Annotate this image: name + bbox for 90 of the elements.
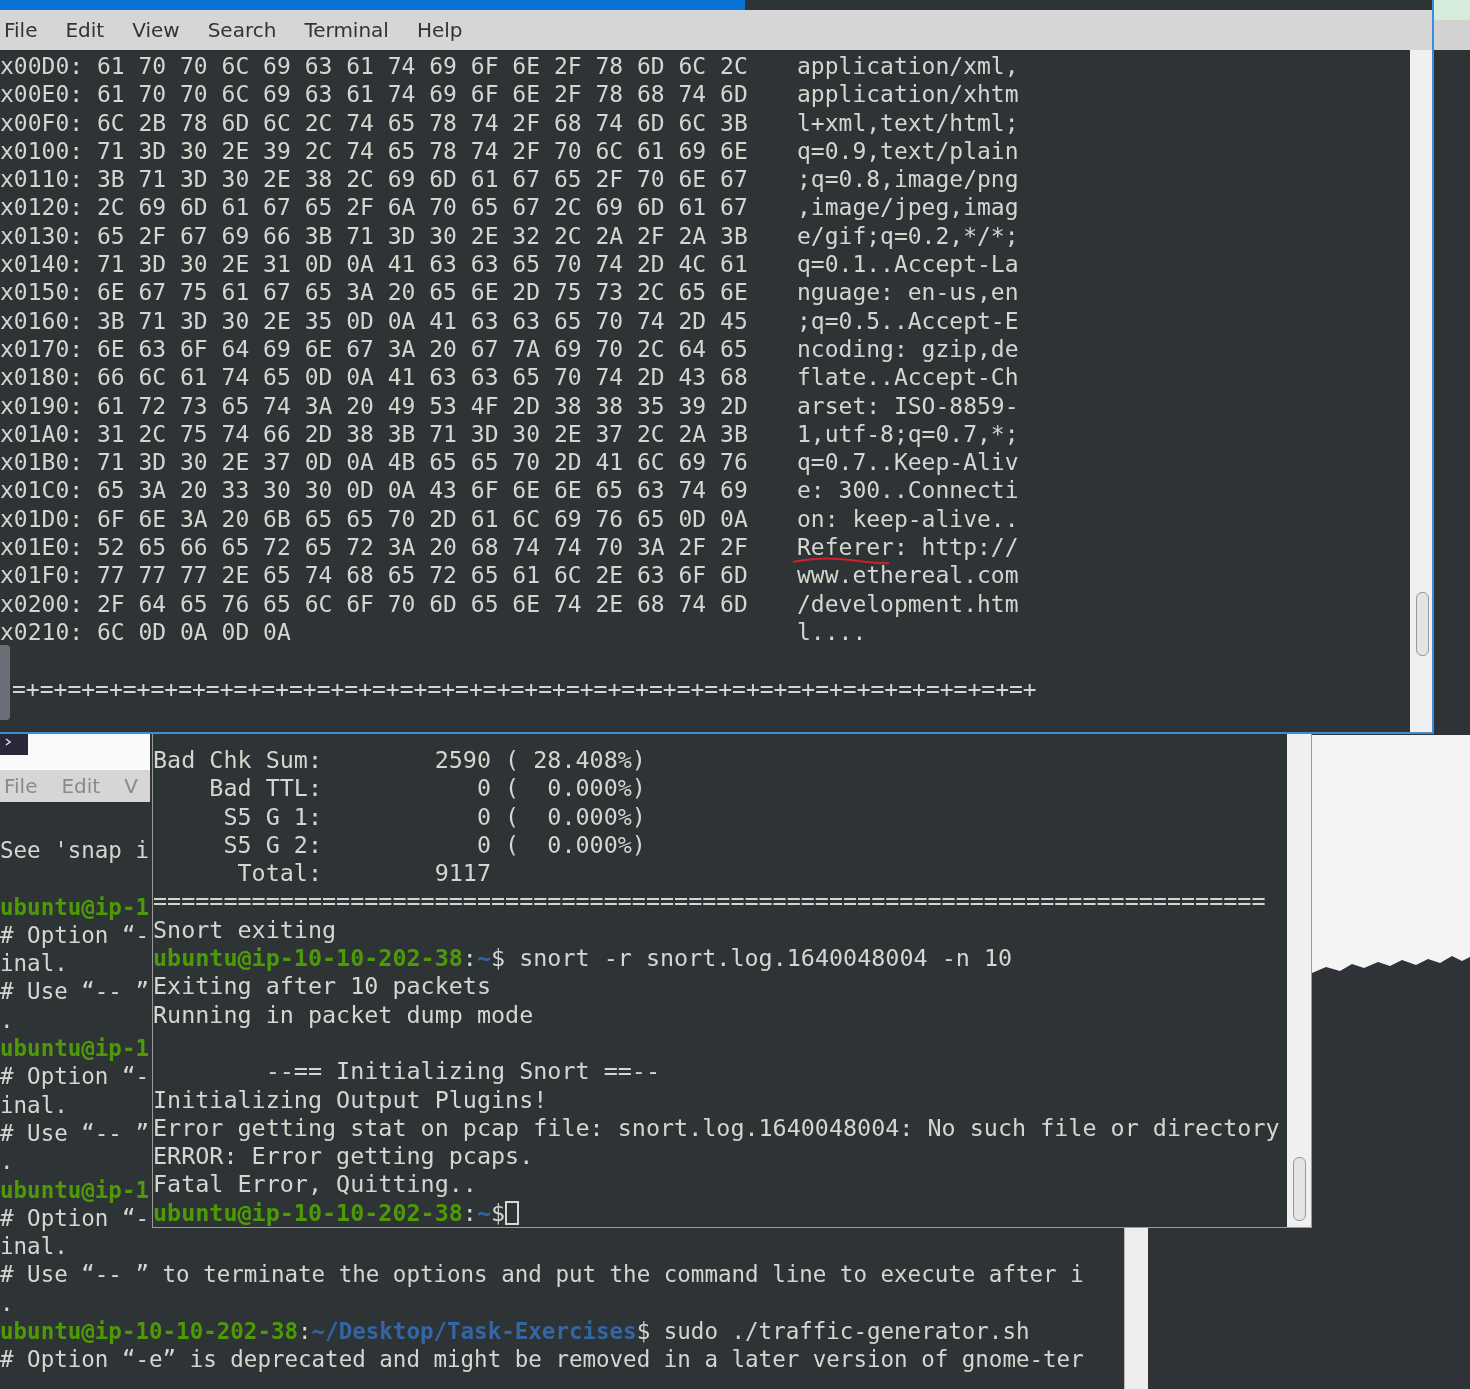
hex-bytes: x0120: 2C 69 6D 61 67 65 2F 6A 70 65 67 2C 69 6D 61 67 bbox=[0, 193, 749, 222]
terminal-output-line: ERROR: Error getting pcaps. bbox=[153, 1142, 534, 1171]
hex-bytes: x0210: 6C 0D 0A 0D 0A bbox=[0, 617, 292, 647]
terminal-output-line: Snort exiting bbox=[153, 915, 337, 945]
hex-bytes: x0130: 65 2F 67 69 66 3B 71 3D 30 2E 32 2C 2A 2F 2A 3B bbox=[0, 221, 749, 251]
terminal-output-line: Running in packet dump mode bbox=[153, 1000, 534, 1029]
hex-bytes: x0200: 2F 64 65 76 65 6C 6F 70 6D 65 6E 74 2E 68 74 6D bbox=[0, 589, 749, 618]
prompt-line: ubuntu@ip-10-10-202-38:~$ snort -r snort.log.1640048004 -n 10 bbox=[153, 944, 1013, 973]
hex-bytes: x0100: 71 3D 30 2E 39 2C 74 65 78 74 2F 70 6C 61 69 6E bbox=[0, 136, 749, 166]
ascii-text: ncoding: gzip,de bbox=[797, 335, 1019, 362]
terminal-output-line: inal. bbox=[0, 949, 68, 978]
hex-bytes: x01C0: 65 3A 20 33 30 30 0D 0A 43 6F 6E 6E 65 63 74 69 bbox=[0, 476, 749, 505]
ascii-text: q=0.9,text/plain bbox=[797, 137, 1019, 164]
terminal-output-line: # Option “- bbox=[0, 920, 149, 950]
scrollbar[interactable] bbox=[1410, 50, 1432, 732]
hex-bytes: x01F0: 77 77 77 2E 65 74 68 65 72 65 61 6C 2E 63 6F 6D bbox=[0, 561, 749, 590]
terminal-output-line: =============================================================================== bbox=[153, 887, 1266, 916]
hex-bytes: x00F0: 6C 2B 78 6D 6C 2C 74 65 78 74 2F 68 74 6D 6C 3B bbox=[0, 108, 749, 137]
terminal-output-line: . bbox=[0, 1005, 14, 1035]
scrollbar[interactable] bbox=[1287, 734, 1311, 1227]
menu-item[interactable]: Edit bbox=[65, 18, 105, 42]
ascii-text: application/xhtm bbox=[797, 81, 1019, 108]
hex-bytes: x0160: 3B 71 3D 30 2E 35 0D 0A 41 63 63 65 70 74 2D 45 bbox=[0, 306, 749, 335]
terminal-output-line: Total: 9117 bbox=[236, 859, 491, 888]
hex-bytes: x01B0: 71 3D 30 2E 37 0D 0A 4B 65 65 70 2D 41 6C 69 76 bbox=[0, 448, 749, 477]
ascii-text: 1,utf-8;q=0.7,*; bbox=[797, 420, 1019, 447]
ascii-text: www.ethereal.com bbox=[797, 562, 1019, 589]
terminal-output-line: S5 G 2: 0 ( 0.000%) bbox=[222, 830, 646, 860]
terminal-output-line: . bbox=[0, 1288, 14, 1318]
terminal-output-line: # Use “-- ” bbox=[0, 977, 149, 1006]
ascii-text: l+xml,text/html; bbox=[797, 109, 1019, 136]
prompt-line: ubuntu@ip-10-10-202-38:~/Desktop/Task-Exercises$ sudo ./traffic-generator.sh bbox=[0, 1317, 1030, 1346]
prompt-line: ubuntu@ip-1 bbox=[0, 892, 149, 921]
hex-bytes: x0180: 66 6C 61 74 65 0D 0A 41 63 63 65 70 74 2D 43 68 bbox=[0, 363, 749, 392]
ascii-text: on: keep-alive.. bbox=[797, 505, 1019, 532]
hex-bytes: x00D0: 61 70 70 6C 69 63 61 74 69 6F 6E 2F 78 6D 6C 2C bbox=[0, 52, 749, 81]
scrollbar-thumb[interactable] bbox=[1293, 1157, 1306, 1221]
terminal-output-line: inal. bbox=[0, 1090, 68, 1119]
hex-bytes: x0140: 71 3D 30 2E 31 0D 0A 41 63 63 65 70 74 2D 4C 61 bbox=[0, 250, 749, 279]
ascii-text: q=0.1..Accept-La bbox=[797, 251, 1019, 278]
terminal-icon[interactable] bbox=[0, 733, 28, 755]
scrollbar-thumb[interactable] bbox=[1416, 592, 1429, 656]
terminal-output-line: Bad Chk Sum: 2590 ( 28.408%) bbox=[153, 746, 646, 775]
hex-bytes: x01D0: 6F 6E 3A 20 6B 65 65 70 2D 61 6C 69 76 65 0D 0A bbox=[0, 504, 749, 534]
hex-bytes: x0150: 6E 67 75 61 67 65 3A 20 65 6E 2D 75 73 2C 65 6E bbox=[0, 278, 749, 307]
prompt-line: ubuntu@ip-10-10-202-38:~$ bbox=[153, 1198, 506, 1227]
scrollbar[interactable] bbox=[1124, 1228, 1148, 1389]
hex-bytes: x0190: 61 72 73 65 74 3A 20 49 53 4F 2D 38 38 35 39 2D bbox=[0, 391, 749, 420]
separator-line: =+=+=+=+=+=+=+=+=+=+=+=+=+=+=+=+=+=+=+=+=+=+=+=+=+=+=+=+=+=+=+=+=+=+=+=+=+ bbox=[12, 674, 1037, 703]
menu-item[interactable]: View bbox=[132, 18, 180, 42]
hex-bytes: x00E0: 61 70 70 6C 69 63 61 74 69 6F 6E 2F 78 68 74 6D bbox=[0, 80, 749, 109]
ascii-text: ;q=0.5..Accept-E bbox=[797, 307, 1019, 334]
hex-bytes: x0170: 6E 63 6F 64 69 6E 67 3A 20 67 7A 69 70 2C 64 65 bbox=[0, 334, 749, 364]
ascii-text: e/gif;q=0.2,*/*; bbox=[797, 222, 1019, 249]
menu-item[interactable]: Help bbox=[416, 18, 463, 42]
ascii-text: nguage: en-us,en bbox=[797, 279, 1019, 306]
ascii-text: q=0.7..Keep-Aliv bbox=[797, 449, 1019, 476]
terminal-output-line: See 'snap i bbox=[0, 836, 149, 865]
terminal-output-line: . bbox=[0, 1147, 14, 1176]
prompt-line: ubuntu@ip-1 bbox=[0, 1175, 149, 1204]
ascii-text: Referer: http:// bbox=[797, 534, 1019, 561]
hex-bytes: x0110: 3B 71 3D 30 2E 38 2C 69 6D 61 67 65 2F 70 6E 67 bbox=[0, 165, 749, 194]
ascii-text: application/xml, bbox=[797, 53, 1019, 79]
terminal-output-line: Initializing Output Plugins! bbox=[153, 1085, 548, 1114]
menu-item[interactable]: Terminal bbox=[304, 18, 389, 42]
ascii-text: l.... bbox=[797, 618, 867, 645]
terminal-output-line: --== Initializing Snort ==-- bbox=[264, 1057, 660, 1086]
prompt-line: ubuntu@ip-1 bbox=[0, 1034, 149, 1063]
ascii-text: ;q=0.8,image/png bbox=[797, 166, 1019, 193]
menu-item[interactable]: File bbox=[4, 18, 38, 42]
ascii-text: /development.htm bbox=[797, 590, 1019, 617]
menu-item[interactable]: Search bbox=[207, 18, 277, 42]
ascii-text: e: 300..Connecti bbox=[797, 477, 1019, 504]
hex-bytes: x01E0: 52 65 66 65 72 65 72 3A 20 68 74 74 70 3A 2F 2F bbox=[0, 533, 749, 562]
terminal-output-line: Exiting after 10 packets bbox=[153, 972, 491, 1001]
terminal-output-line: # Use “-- ” to terminate the options and put the command line to execute after i bbox=[0, 1260, 1084, 1289]
terminal-output-line: S5 G 1: 0 ( 0.000%) bbox=[222, 802, 646, 831]
terminal-output-line: # Option “- bbox=[0, 1062, 149, 1091]
ascii-text: arset: ISO-8859- bbox=[797, 392, 1019, 419]
terminal-output-line: Error getting stat on pcap file: snort.log.1640048004: No such file or directory bbox=[153, 1113, 1280, 1143]
hex-bytes: x01A0: 31 2C 75 74 66 2D 38 3B 71 3D 30 2E 37 2C 2A 3B bbox=[0, 419, 749, 449]
resize-handle[interactable] bbox=[0, 645, 10, 720]
ascii-text: ,image/jpeg,imag bbox=[797, 194, 1019, 221]
terminal-output-line: inal. bbox=[0, 1232, 68, 1261]
terminal-output-line: Bad TTL: 0 ( 0.000%) bbox=[208, 774, 646, 803]
terminal-output-line: Fatal Error, Quitting.. bbox=[153, 1170, 477, 1199]
terminal-output-line: # Option “-e” is deprecated and might be removed in a later version of gnome-ter bbox=[0, 1345, 1084, 1374]
terminal-output-line: # Use “-- ” bbox=[0, 1118, 149, 1148]
terminal-output-line: # Option “- bbox=[0, 1203, 149, 1233]
ascii-text: flate..Accept-Ch bbox=[797, 364, 1019, 391]
